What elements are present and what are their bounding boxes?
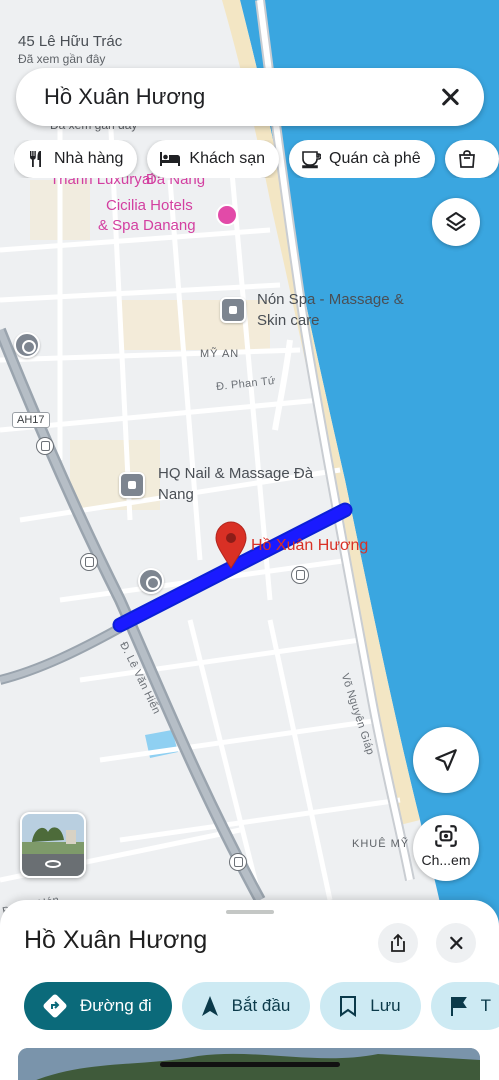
street-view-thumbnail[interactable] xyxy=(20,812,86,878)
lens-label: Ch...em xyxy=(421,852,471,868)
bus-stop-icon[interactable] xyxy=(229,853,247,871)
bus-stop-icon[interactable] xyxy=(291,566,309,584)
save-button[interactable]: Lưu xyxy=(320,982,421,1030)
category-chips: Nhà hàng Khách sạn Quán cà phê xyxy=(14,140,499,178)
hotel-pin-icon[interactable] xyxy=(216,204,238,226)
close-icon[interactable] xyxy=(438,85,462,109)
navigation-arrow-icon xyxy=(435,749,457,771)
place-title: Hồ Xuân Hương xyxy=(24,926,208,954)
cicilia-label-2[interactable]: & Spa Danang xyxy=(98,216,196,236)
district-my-an: MỸ AN xyxy=(200,348,240,360)
start-button[interactable]: Bắt đầu xyxy=(181,982,311,1030)
share-button[interactable] xyxy=(378,923,418,963)
coffee-icon xyxy=(302,151,321,169)
bus-stop-icon[interactable] xyxy=(80,553,98,571)
layers-icon xyxy=(446,212,466,231)
bed-icon xyxy=(160,152,181,166)
chip-shopping[interactable] xyxy=(444,140,499,178)
shopping-bag-icon xyxy=(458,150,475,168)
non-spa-label[interactable]: Nón Spa - Massage & xyxy=(257,290,404,310)
cicilia-label[interactable]: Cicilia Hotels xyxy=(106,196,193,216)
navigation-icon xyxy=(201,996,218,1016)
flag-icon xyxy=(450,997,467,1016)
lens-button[interactable]: Ch...em xyxy=(413,815,479,881)
highway-shield-ah17: AH17 xyxy=(12,412,50,428)
layers-button[interactable] xyxy=(432,198,480,246)
recent-place-sub: Đã xem gần đây xyxy=(18,52,106,66)
save-label: Lưu xyxy=(370,996,401,1015)
flag-button[interactable]: T xyxy=(430,982,499,1030)
my-location-button[interactable] xyxy=(413,727,479,793)
destination-label[interactable]: Hồ Xuân Hương xyxy=(251,537,368,555)
search-query[interactable]: Hồ Xuân Hương xyxy=(44,84,438,110)
street-view-image xyxy=(22,814,84,876)
flag-label: T xyxy=(480,996,491,1015)
nail-poi-icon[interactable] xyxy=(119,472,145,498)
close-sheet-button[interactable] xyxy=(436,923,476,963)
close-icon xyxy=(447,934,465,952)
fork-knife-icon xyxy=(30,151,41,167)
place-poi-icon[interactable] xyxy=(138,568,164,594)
place-bottom-sheet[interactable]: Hồ Xuân Hương Đường đi Bắt đầu Lưu T xyxy=(0,900,499,1080)
recent-place-label[interactable]: 45 Lê Hữu Trác xyxy=(18,32,122,52)
directions-button[interactable]: Đường đi xyxy=(24,982,172,1030)
non-spa-label-2[interactable]: Skin care xyxy=(257,311,320,331)
sheet-drag-handle[interactable] xyxy=(226,910,274,914)
chip-label: Nhà hàng xyxy=(54,150,124,167)
district-khue-my: KHUÊ MỸ xyxy=(352,838,410,850)
search-bar[interactable]: Hồ Xuân Hương xyxy=(16,68,484,126)
bus-stop-icon[interactable] xyxy=(36,437,54,455)
chip-restaurants[interactable]: Nhà hàng xyxy=(14,140,138,178)
directions-label: Đường đi xyxy=(80,996,152,1015)
home-indicator[interactable] xyxy=(160,1062,340,1067)
school-poi-icon[interactable] xyxy=(14,332,40,358)
chip-label: Quán cà phê xyxy=(329,150,421,167)
action-row: Đường đi Bắt đầu Lưu T xyxy=(24,982,499,1030)
lens-icon xyxy=(435,825,457,847)
hq-nail-label-2[interactable]: Nang xyxy=(158,485,194,505)
bookmark-icon xyxy=(340,996,357,1017)
chip-cafes[interactable]: Quán cà phê xyxy=(289,140,435,178)
directions-icon xyxy=(43,994,67,1018)
start-label: Bắt đầu xyxy=(231,996,291,1015)
chip-label: Khách sạn xyxy=(189,150,265,167)
spa-poi-icon[interactable] xyxy=(220,297,246,323)
hq-nail-label[interactable]: HQ Nail & Massage Đà xyxy=(158,464,313,484)
share-icon xyxy=(391,933,405,952)
chip-hotels[interactable]: Khách sạn xyxy=(147,140,279,178)
